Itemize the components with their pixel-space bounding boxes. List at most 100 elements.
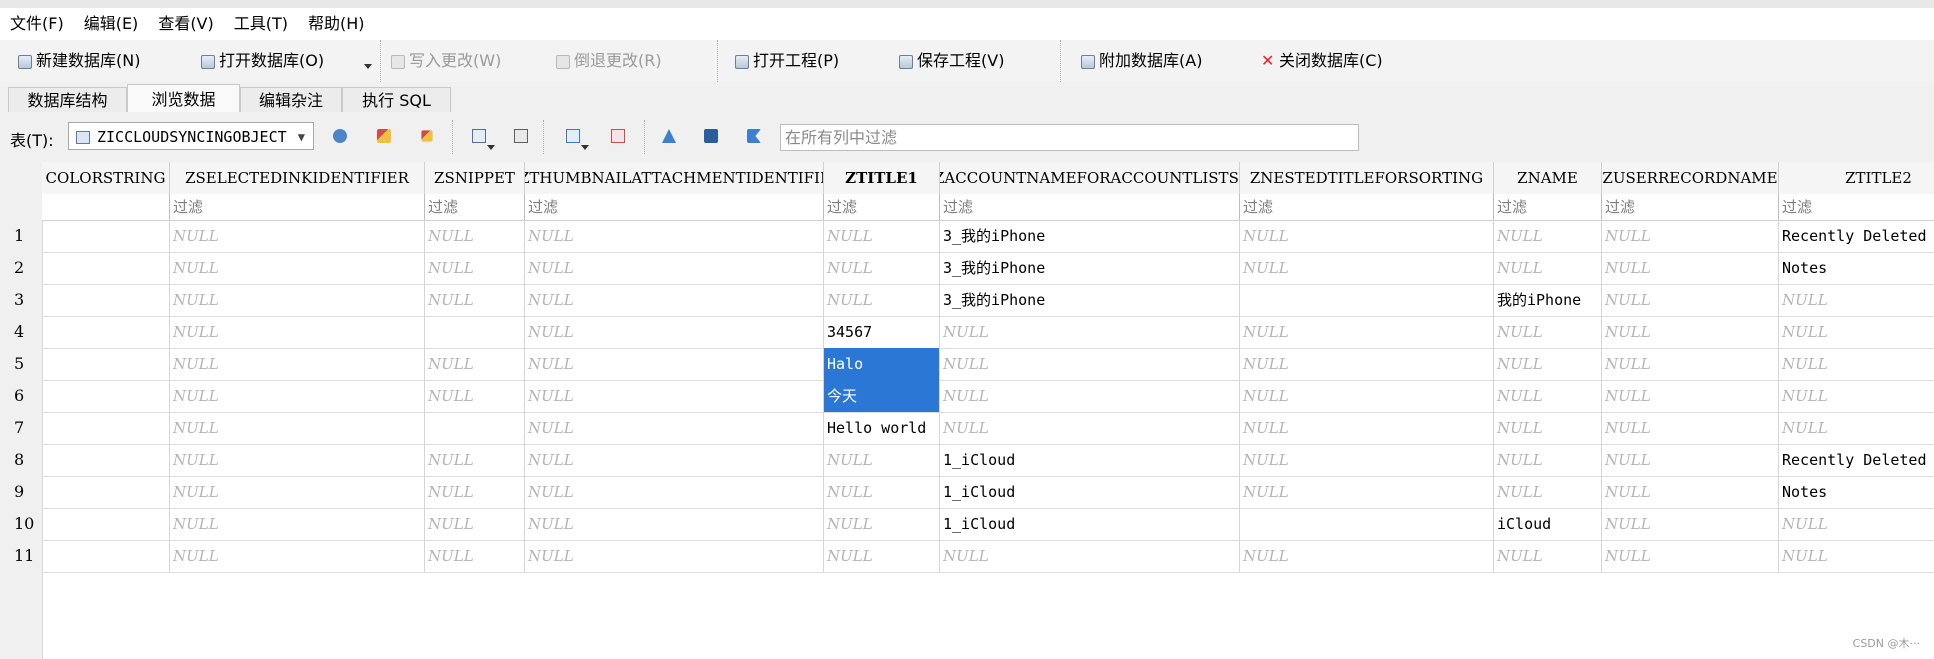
table-cell[interactable]: Hello world bbox=[824, 412, 940, 444]
save-project-button[interactable]: 保存工程(V) bbox=[899, 48, 1004, 74]
row-number[interactable]: 4 bbox=[0, 316, 42, 348]
row-number[interactable]: 1 bbox=[0, 220, 42, 252]
table-cell[interactable] bbox=[1240, 508, 1494, 540]
column-header-znestedtitleforsorting[interactable]: ZNESTEDTITLEFORSORTING bbox=[1240, 162, 1494, 194]
print-icon[interactable] bbox=[514, 129, 528, 143]
table-cell[interactable]: 今天 bbox=[824, 380, 940, 412]
table-cell[interactable] bbox=[42, 476, 170, 508]
column-header-zthumbnailattachmentidentifier[interactable]: ZTHUMBNAILATTACHMENTIDENTIFIER bbox=[525, 162, 824, 194]
filter-icon[interactable] bbox=[747, 129, 761, 143]
column-filter-input[interactable]: 过滤 bbox=[1779, 194, 1934, 220]
column-header-zselectedinkidentifier[interactable]: ZSELECTEDINKIDENTIFIER bbox=[170, 162, 425, 194]
column-header-ztitle2[interactable]: ZTITLE2 bbox=[1779, 162, 1934, 194]
table-cell[interactable]: NULL bbox=[1602, 380, 1779, 412]
table-cell[interactable]: NULL bbox=[940, 540, 1240, 572]
open-database-dropdown-icon[interactable] bbox=[364, 64, 372, 69]
table-cell[interactable]: 34567 bbox=[824, 316, 940, 348]
column-header-zuserrecordname[interactable]: ZUSERRECORDNAME bbox=[1602, 162, 1779, 194]
revert-changes-button[interactable]: 倒退更改(R) bbox=[556, 48, 662, 74]
table-cell[interactable]: 1_iCloud bbox=[940, 508, 1240, 540]
close-database-button[interactable]: ✕ 关闭数据库(C) bbox=[1261, 48, 1383, 74]
column-filter-input[interactable]: 过滤 bbox=[1494, 194, 1602, 220]
tab-edit-pragmas[interactable]: 编辑杂注 bbox=[240, 87, 342, 113]
table-cell[interactable]: NULL bbox=[425, 380, 525, 412]
table-cell[interactable]: NULL bbox=[824, 540, 940, 572]
table-cell[interactable]: NULL bbox=[1602, 540, 1779, 572]
table-cell[interactable]: NULL bbox=[525, 252, 824, 284]
attach-database-button[interactable]: 附加数据库(A) bbox=[1081, 48, 1202, 74]
table-cell[interactable] bbox=[42, 348, 170, 380]
menu-view[interactable]: 查看(V) bbox=[148, 8, 223, 40]
table-cell[interactable]: NULL bbox=[1494, 412, 1602, 444]
table-cell[interactable]: NULL bbox=[525, 380, 824, 412]
column-filter-input[interactable]: 过滤 bbox=[425, 194, 525, 220]
table-cell[interactable]: NULL bbox=[1602, 444, 1779, 476]
table-cell[interactable]: NULL bbox=[170, 348, 425, 380]
row-number[interactable]: 3 bbox=[0, 284, 42, 316]
table-cell[interactable]: NULL bbox=[1602, 412, 1779, 444]
table-cell[interactable]: NULL bbox=[525, 348, 824, 380]
table-cell[interactable]: Halo bbox=[824, 348, 940, 380]
menu-edit[interactable]: 编辑(E) bbox=[74, 8, 149, 40]
table-cell[interactable]: NULL bbox=[824, 508, 940, 540]
new-database-button[interactable]: 新建数据库(N) bbox=[18, 48, 140, 74]
global-filter-input[interactable]: 在所有列中过滤 bbox=[780, 124, 1359, 151]
table-cell[interactable]: NULL bbox=[1240, 348, 1494, 380]
table-cell[interactable] bbox=[42, 444, 170, 476]
row-number[interactable]: 5 bbox=[0, 348, 42, 380]
row-number[interactable]: 7 bbox=[0, 412, 42, 444]
table-cell[interactable] bbox=[42, 412, 170, 444]
table-cell[interactable]: NULL bbox=[1240, 476, 1494, 508]
table-cell[interactable]: NULL bbox=[1602, 316, 1779, 348]
table-cell[interactable]: NULL bbox=[170, 444, 425, 476]
table-cell[interactable]: NULL bbox=[824, 284, 940, 316]
column-header-zsnippet[interactable]: ZSNIPPET bbox=[425, 162, 525, 194]
table-cell[interactable]: NULL bbox=[170, 252, 425, 284]
table-cell[interactable]: NULL bbox=[525, 220, 824, 252]
row-number[interactable]: 6 bbox=[0, 380, 42, 412]
table-cell[interactable]: iCloud bbox=[1494, 508, 1602, 540]
table-cell[interactable]: NULL bbox=[425, 476, 525, 508]
table-cell[interactable]: NULL bbox=[1240, 444, 1494, 476]
table-cell[interactable] bbox=[42, 220, 170, 252]
table-cell[interactable] bbox=[425, 316, 525, 348]
table-cell[interactable]: NULL bbox=[425, 508, 525, 540]
table-cell[interactable]: NULL bbox=[1779, 380, 1934, 412]
table-cell[interactable]: NULL bbox=[170, 284, 425, 316]
row-number[interactable]: 9 bbox=[0, 476, 42, 508]
column-header-zname[interactable]: ZNAME bbox=[1494, 162, 1602, 194]
table-cell[interactable]: NULL bbox=[1494, 348, 1602, 380]
row-number[interactable]: 10 bbox=[0, 508, 42, 540]
table-cell[interactable]: Recently Deleted bbox=[1779, 220, 1934, 252]
table-cell[interactable]: NULL bbox=[1494, 444, 1602, 476]
table-cell[interactable]: NULL bbox=[1494, 540, 1602, 572]
tab-database-structure[interactable]: 数据库结构 bbox=[8, 87, 127, 113]
table-cell[interactable]: NULL bbox=[824, 252, 940, 284]
row-number[interactable]: 11 bbox=[0, 540, 42, 572]
table-cell[interactable]: NULL bbox=[940, 380, 1240, 412]
table-select[interactable]: ZICCLOUDSYNCINGOBJECT ▼ bbox=[68, 122, 314, 150]
table-cell[interactable]: Notes bbox=[1779, 476, 1934, 508]
table-cell[interactable]: NULL bbox=[824, 220, 940, 252]
table-cell[interactable]: 我的iPhone bbox=[1494, 284, 1602, 316]
open-project-button[interactable]: 打开工程(P) bbox=[735, 48, 839, 74]
table-cell[interactable]: NULL bbox=[525, 412, 824, 444]
table-cell[interactable] bbox=[42, 252, 170, 284]
insert-record-icon[interactable] bbox=[566, 129, 580, 143]
table-cell[interactable]: NULL bbox=[525, 476, 824, 508]
table-cell[interactable]: NULL bbox=[1779, 284, 1934, 316]
table-cell[interactable]: NULL bbox=[1240, 412, 1494, 444]
table-cell[interactable]: NULL bbox=[1602, 508, 1779, 540]
table-cell[interactable]: 3_我的iPhone bbox=[940, 252, 1240, 284]
table-cell[interactable]: NULL bbox=[1779, 348, 1934, 380]
row-number[interactable]: 8 bbox=[0, 444, 42, 476]
table-cell[interactable]: 3_我的iPhone bbox=[940, 284, 1240, 316]
table-cell[interactable]: NULL bbox=[1602, 476, 1779, 508]
table-cell[interactable] bbox=[42, 316, 170, 348]
table-cell[interactable]: 3_我的iPhone bbox=[940, 220, 1240, 252]
table-cell[interactable] bbox=[42, 380, 170, 412]
table-cell[interactable]: NULL bbox=[1602, 220, 1779, 252]
table-cell[interactable]: 1_iCloud bbox=[940, 476, 1240, 508]
clear-sorting-icon[interactable] bbox=[421, 130, 433, 142]
table-cell[interactable]: NULL bbox=[1240, 540, 1494, 572]
